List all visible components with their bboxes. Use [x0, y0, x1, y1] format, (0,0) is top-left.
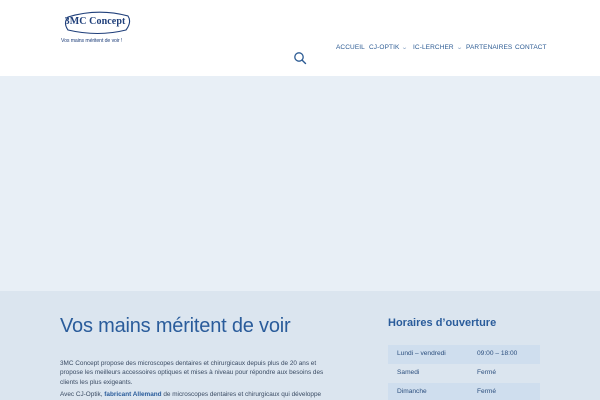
hours-row: Lundi – vendredi 09:00 – 18:00 [388, 345, 540, 364]
nav-item-ic-lercher[interactable]: IC-LERCHER ⌄ [413, 44, 463, 51]
intro-paragraph: 3MC Concept propose des microscopes dent… [60, 360, 324, 386]
nav-item-accueil[interactable]: ACCUEIL [336, 44, 365, 51]
logo-name: 3MC Concept [64, 16, 126, 27]
chevron-down-icon: ⌄ [455, 45, 463, 51]
hours-row: Dimanche Fermé [388, 383, 540, 400]
site-header: 3MC Concept Vos mains méritent de voir !… [0, 0, 600, 76]
hours-day: Lundi – vendredi [397, 350, 446, 357]
logo-tagline: Vos mains méritent de voir ! [61, 38, 123, 44]
hours-time: Fermé [477, 388, 497, 395]
chevron-down-icon: ⌄ [401, 45, 409, 51]
manufacturer-link[interactable]: fabricant Allemand [104, 391, 161, 398]
opening-hours-table: Lundi – vendredi 09:00 – 18:00 Samedi Fe… [388, 345, 540, 400]
nav-item-partenaires[interactable]: PARTENAIRES [466, 44, 512, 51]
hours-day: Dimanche [397, 388, 427, 395]
hours-time: Fermé [477, 369, 497, 376]
nav-item-contact[interactable]: CONTACT [515, 44, 547, 51]
hours-day: Samedi [397, 369, 420, 376]
hours-time: 09:00 – 18:00 [477, 350, 518, 357]
intro-paragraph-2: Avec CJ-Optik, fabricant Allemand de mic… [60, 391, 322, 398]
site-logo[interactable]: 3MC Concept Vos mains méritent de voir ! [60, 10, 136, 44]
nav-item-cj-optik[interactable]: CJ-OPTIK ⌄ [369, 44, 408, 51]
search-icon[interactable] [293, 51, 307, 65]
hours-row: Samedi Fermé [388, 364, 540, 383]
hero-banner [0, 76, 600, 291]
page-title: Vos mains méritent de voir [60, 315, 291, 337]
opening-hours-title: Horaires d’ouverture [388, 317, 497, 329]
